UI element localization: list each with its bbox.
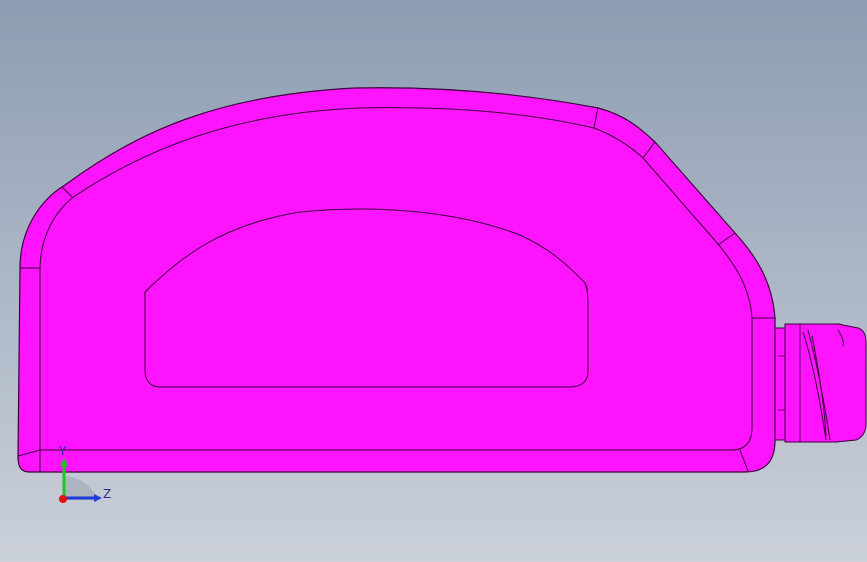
triad-plane-shade (64, 476, 98, 500)
z-axis-arrowhead (94, 494, 102, 502)
cad-viewport[interactable]: Y Z (0, 0, 867, 562)
z-axis-label: Z (103, 487, 111, 501)
model-canvas[interactable]: Y Z (0, 0, 867, 562)
x-axis-indicator (59, 495, 67, 503)
y-axis-label: Y (58, 444, 67, 458)
